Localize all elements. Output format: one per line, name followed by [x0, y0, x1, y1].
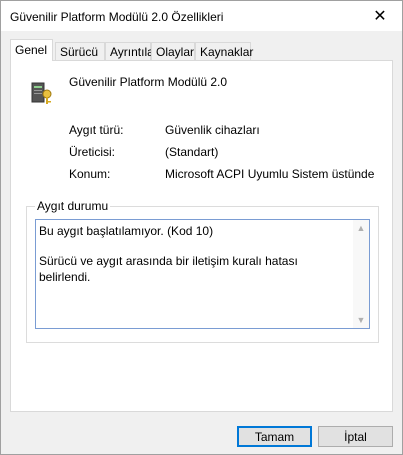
device-status-title: Aygıt durumu	[35, 199, 111, 213]
ok-button[interactable]: Tamam	[237, 426, 312, 447]
security-device-icon	[31, 82, 52, 104]
device-status-group: Aygıt durumu Bu aygıt başlatılamıyor. (K…	[26, 199, 379, 343]
scroll-down-icon[interactable]: ▼	[353, 312, 369, 328]
device-type-label: Aygıt türü:	[69, 123, 124, 137]
tab-genel[interactable]: Genel	[10, 39, 53, 61]
tab-ayrintilar[interactable]: Ayrıntılar	[105, 42, 158, 60]
cancel-button[interactable]: İptal	[318, 426, 393, 447]
location-value: Microsoft ACPI Uyumlu Sistem üstünde	[165, 167, 375, 181]
status-line-2: Sürücü ve aygıt arasında bir iletişim ku…	[39, 254, 298, 284]
status-line-1: Bu aygıt başlatılamıyor. (Kod 10)	[39, 224, 214, 238]
tab-surucu[interactable]: Sürücü	[55, 42, 105, 60]
manufacturer-value: (Standart)	[165, 145, 219, 159]
close-button[interactable]: ✕	[358, 1, 402, 31]
window-title: Güvenilir Platform Modülü 2.0 Özellikler…	[10, 10, 224, 24]
vertical-scrollbar[interactable]: ▲ ▼	[353, 220, 369, 328]
tab-kaynaklar[interactable]: Kaynaklar	[195, 42, 253, 60]
device-status-textbox[interactable]: Bu aygıt başlatılamıyor. (Kod 10) Sürücü…	[35, 219, 370, 329]
device-type-value: Güvenlik cihazları	[165, 123, 260, 137]
close-icon: ✕	[373, 8, 387, 25]
scroll-up-icon[interactable]: ▲	[353, 220, 369, 236]
general-tab-panel: Güvenilir Platform Modülü 2.0 Aygıt türü…	[10, 60, 393, 412]
tab-olaylar[interactable]: Olaylar	[151, 42, 195, 60]
location-label: Konum:	[69, 167, 111, 181]
title-bar: Güvenilir Platform Modülü 2.0 Özellikler…	[1, 1, 402, 31]
properties-dialog: Güvenilir Platform Modülü 2.0 Özellikler…	[0, 0, 403, 455]
device-name: Güvenilir Platform Modülü 2.0	[69, 75, 228, 89]
status-text: Bu aygıt başlatılamıyor. (Kod 10) Sürücü…	[39, 223, 349, 299]
manufacturer-label: Üreticisi:	[69, 145, 116, 159]
